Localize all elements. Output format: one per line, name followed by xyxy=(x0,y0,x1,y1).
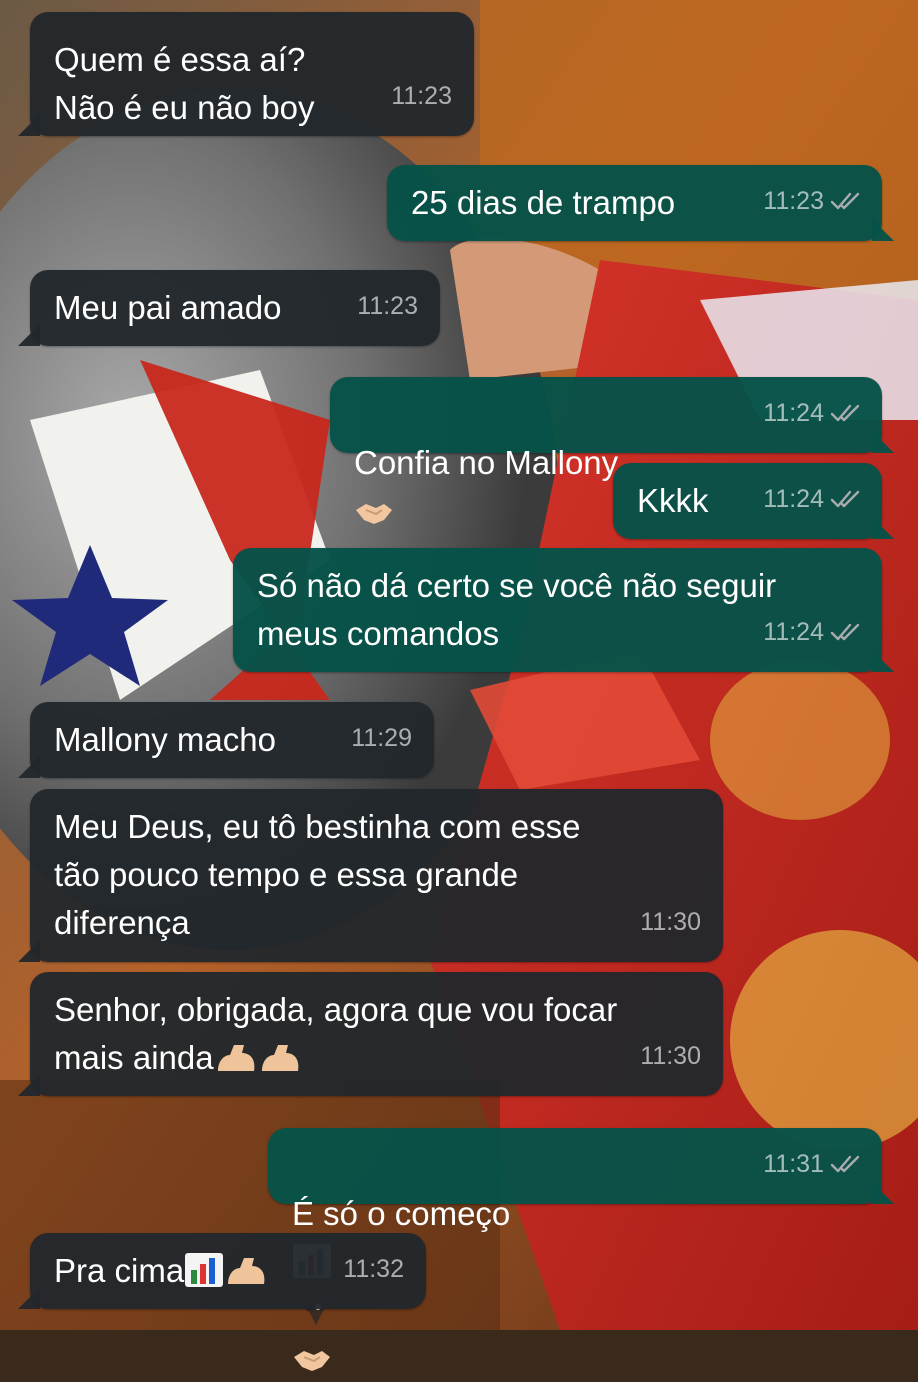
message-time: 11:30 xyxy=(640,1042,701,1070)
flexed-biceps-emoji xyxy=(228,1258,265,1284)
message-time: 11:30 xyxy=(640,908,701,936)
flexed-biceps-emoji xyxy=(217,1045,254,1071)
bar-chart-emoji xyxy=(185,1253,224,1287)
message-text: Meu Deus, eu tô bestinha com esse tão po… xyxy=(54,808,581,941)
message-time: 11:29 xyxy=(351,724,412,752)
message-time: 11:23 xyxy=(357,292,418,320)
message-meta: 11:23 xyxy=(357,282,418,330)
message-incoming[interactable]: Pra cima 11:32 xyxy=(18,1233,426,1309)
message-outgoing[interactable]: Kkkk 11:24 xyxy=(613,463,894,539)
message-incoming[interactable]: Senhor, obrigada, agora que vou focar ma… xyxy=(18,972,723,1096)
message-incoming[interactable]: Meu pai amado 11:23 xyxy=(18,270,440,346)
handshake-emoji xyxy=(356,504,392,524)
message-time: 11:24 xyxy=(763,618,824,646)
message-text: Confia no Mallony xyxy=(354,444,619,481)
double-check-read-icon xyxy=(830,192,860,210)
message-text: É só o começo xyxy=(292,1195,511,1232)
message-meta: 11:31 xyxy=(763,1140,862,1188)
message-meta: 11:24 xyxy=(763,475,862,523)
message-incoming[interactable]: Meu Deus, eu tô bestinha com esse tão po… xyxy=(18,789,723,962)
message-incoming[interactable]: Quem é essa aí? Não é eu não boy 11:23 xyxy=(18,12,474,136)
double-check-read-icon xyxy=(830,404,860,422)
message-time: 11:24 xyxy=(763,485,824,513)
message-time: 11:31 xyxy=(763,1150,824,1178)
handshake-emoji xyxy=(294,1351,330,1371)
double-check-read-icon xyxy=(830,1155,860,1173)
message-text: Senhor, obrigada, agora que vou focar ma… xyxy=(54,991,618,1076)
message-content: Senhor, obrigada, agora que vou focar ma… xyxy=(54,986,697,1082)
message-meta: 11:29 xyxy=(351,714,412,762)
message-text: Quem é essa aí? Não é eu não boy xyxy=(54,41,315,126)
message-meta: 11:30 xyxy=(640,1032,701,1080)
message-outgoing[interactable]: Confia no Mallony 11:24 xyxy=(330,377,894,524)
message-outgoing[interactable]: É só o começo 11:31 xyxy=(268,1128,894,1371)
message-meta: 11:24 xyxy=(763,389,862,437)
message-outgoing[interactable]: Só não dá certo se você não seguir meus … xyxy=(233,548,894,672)
message-meta: 11:30 xyxy=(640,898,701,946)
message-meta: 11:23 xyxy=(391,72,452,120)
message-time: 11:24 xyxy=(763,399,824,427)
flexed-biceps-emoji xyxy=(261,1045,298,1071)
message-time: 11:32 xyxy=(343,1255,404,1283)
message-meta: 11:32 xyxy=(343,1245,404,1293)
double-check-read-icon xyxy=(830,490,860,508)
message-outgoing[interactable]: 25 dias de trampo 11:23 xyxy=(387,165,894,241)
message-time: 11:23 xyxy=(763,187,824,215)
message-text: Pra cima xyxy=(54,1252,185,1289)
message-meta: 11:23 xyxy=(763,177,862,225)
message-meta: 11:24 xyxy=(763,608,862,656)
message-incoming[interactable]: Mallony macho 11:29 xyxy=(18,702,434,778)
message-time: 11:23 xyxy=(391,82,452,110)
double-check-read-icon xyxy=(830,623,860,641)
